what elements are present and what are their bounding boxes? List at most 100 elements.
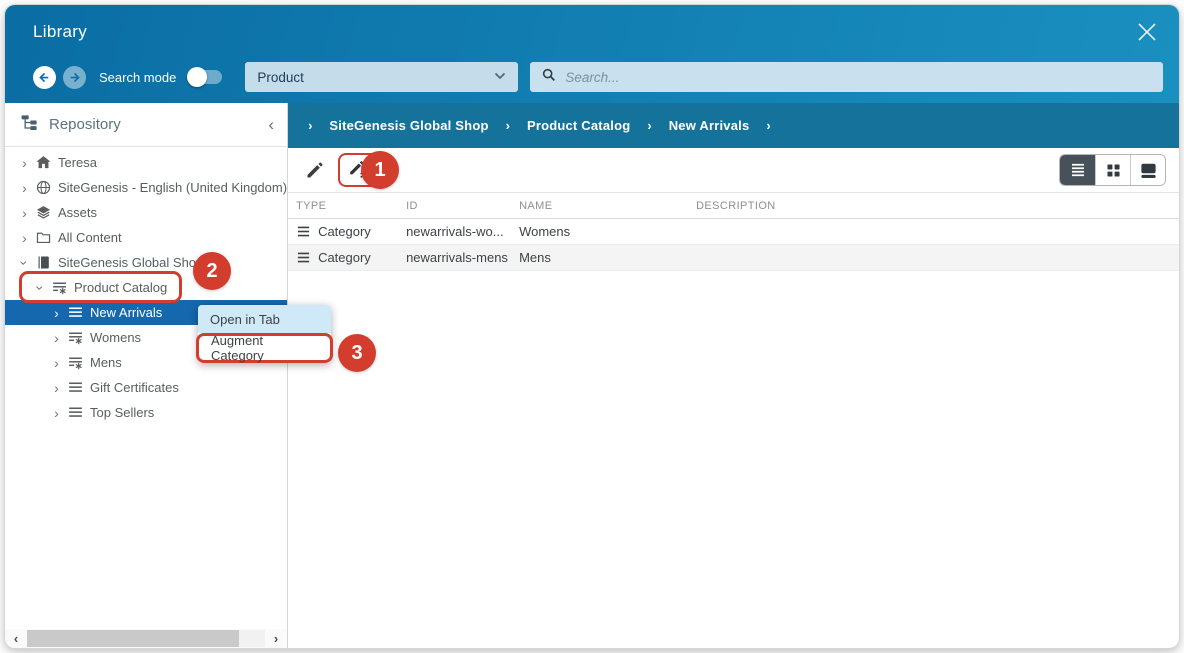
card-view-icon[interactable]	[1130, 155, 1165, 185]
table-row[interactable]: Category newarrivals-wo... Womens	[288, 219, 1179, 245]
search-mode-toggle[interactable]	[189, 70, 222, 84]
tree-item-label: Gift Certificates	[90, 380, 179, 395]
chevron-right-icon[interactable]: ›	[17, 156, 32, 170]
chevron-right-icon[interactable]: ›	[49, 331, 64, 345]
type-cell: Category	[296, 250, 406, 265]
tree-item-label: Top Sellers	[90, 405, 154, 420]
catalog-star-icon	[67, 354, 84, 371]
chevron-right-icon[interactable]: ›	[49, 406, 64, 420]
breadcrumb-chevron-icon: ›	[506, 118, 510, 133]
globe-icon	[35, 179, 52, 196]
category-icon	[67, 379, 84, 396]
grid-view-icon[interactable]	[1095, 155, 1130, 185]
chevron-right-icon[interactable]: ›	[49, 381, 64, 395]
chevron-right-icon[interactable]: ›	[17, 181, 32, 195]
toggle-knob	[187, 67, 207, 87]
breadcrumb-chevron-icon: ›	[308, 118, 312, 133]
breadcrumb-chevron-icon: ›	[647, 118, 651, 133]
list-view-icon[interactable]	[1060, 155, 1095, 185]
library-dialog: Library Search mode Product	[5, 5, 1179, 648]
table-header-row: TYPE ID NAME DESCRIPTION	[288, 193, 1179, 219]
chevron-right-icon[interactable]: ›	[49, 306, 64, 320]
scrollbar-track[interactable]	[27, 630, 265, 647]
repository-sidebar: Repository ‹ › Teresa › SiteGenesis -	[5, 103, 288, 648]
tree-item-label: All Content	[58, 230, 122, 245]
edit-button[interactable]	[299, 154, 331, 186]
tree-item-label: New Arrivals	[90, 305, 162, 320]
column-header-id[interactable]: ID	[406, 200, 519, 212]
column-header-description[interactable]: DESCRIPTION	[696, 200, 1179, 212]
search-icon	[541, 67, 557, 88]
column-header-name[interactable]: NAME	[519, 200, 696, 212]
context-menu: Open in Tab Augment Category	[198, 305, 331, 363]
catalog-star-icon	[67, 329, 84, 346]
tree-item-label: SiteGenesis Global Shop	[58, 255, 203, 270]
menu-item-augment-category[interactable]: Augment Category	[196, 333, 333, 363]
window-title: Library	[33, 22, 1163, 42]
chevron-down-icon[interactable]: ›	[34, 280, 48, 295]
folder-icon	[35, 229, 52, 246]
breadcrumb-item[interactable]: Product Catalog	[527, 118, 630, 133]
content-panel: › SiteGenesis Global Shop › Product Cata…	[288, 103, 1179, 648]
content-table: TYPE ID NAME DESCRIPTION Category newarr…	[288, 193, 1179, 271]
assets-icon	[35, 204, 52, 221]
category-icon	[67, 404, 84, 421]
breadcrumb-item[interactable]: New Arrivals	[669, 118, 750, 133]
tree-item-assets[interactable]: › Assets	[5, 200, 287, 225]
breadcrumb-item[interactable]: SiteGenesis Global Shop	[329, 118, 488, 133]
repository-tree: › Teresa › SiteGenesis - English (United…	[5, 147, 287, 629]
category-icon	[67, 304, 84, 321]
name-cell: Womens	[519, 224, 696, 239]
category-icon	[296, 250, 311, 265]
menu-item-open-in-tab[interactable]: Open in Tab	[198, 305, 331, 333]
content-type-value: Product	[257, 70, 304, 85]
view-mode-switcher	[1059, 154, 1166, 186]
search-input[interactable]: Search...	[530, 62, 1163, 92]
scroll-left-icon[interactable]: ‹	[5, 629, 27, 648]
catalog-star-icon	[51, 279, 68, 296]
tree-item-label: Teresa	[58, 155, 97, 170]
breadcrumb-chevron-icon: ›	[766, 118, 770, 133]
sidebar-header: Repository ‹	[5, 103, 287, 147]
tree-item-label: SiteGenesis - English (United Kingdom)	[58, 180, 287, 195]
tree-item-sitegenesis-english[interactable]: › SiteGenesis - English (United Kingdom)	[5, 175, 287, 200]
id-cell: newarrivals-mens	[406, 250, 519, 265]
breadcrumb: › SiteGenesis Global Shop › Product Cata…	[288, 103, 1179, 148]
chevron-down-icon[interactable]: ›	[18, 255, 32, 270]
column-header-type[interactable]: TYPE	[296, 200, 406, 212]
content-toolbar	[288, 148, 1179, 193]
chevron-down-icon	[494, 71, 506, 83]
forward-button[interactable]	[63, 66, 86, 89]
annotation-badge-3: 3	[338, 334, 376, 372]
tree-item-all-content[interactable]: › All Content	[5, 225, 287, 250]
scroll-right-icon[interactable]: ›	[265, 629, 287, 648]
scrollbar-thumb[interactable]	[27, 630, 239, 647]
chevron-right-icon[interactable]: ›	[49, 356, 64, 370]
search-mode-label: Search mode	[99, 70, 176, 85]
chevron-right-icon[interactable]: ›	[17, 206, 32, 220]
sidebar-title: Repository	[49, 116, 268, 133]
tree-item-teresa[interactable]: › Teresa	[5, 150, 287, 175]
content-type-select[interactable]: Product	[245, 62, 518, 92]
close-icon[interactable]	[1133, 18, 1161, 46]
tree-item-sitegenesis-global-shop[interactable]: › SiteGenesis Global Shop	[5, 250, 287, 275]
tree-item-product-catalog[interactable]: › Product Catalog	[5, 275, 287, 300]
tree-item-label: Womens	[90, 330, 141, 345]
cell-value: Category	[318, 250, 371, 265]
table-row[interactable]: Category newarrivals-mens Mens	[288, 245, 1179, 271]
name-cell: Mens	[519, 250, 696, 265]
category-icon	[296, 224, 311, 239]
annotation-badge-2: 2	[193, 252, 231, 290]
dialog-body: Repository ‹ › Teresa › SiteGenesis -	[5, 103, 1179, 648]
horizontal-scrollbar[interactable]: ‹ ›	[5, 629, 287, 648]
chevron-right-icon[interactable]: ›	[17, 231, 32, 245]
type-cell: Category	[296, 224, 406, 239]
tree-item-top-sellers[interactable]: › Top Sellers	[5, 400, 287, 425]
tree-item-label: Assets	[58, 205, 97, 220]
collapse-panel-icon[interactable]: ‹	[268, 116, 274, 133]
cell-value: Category	[318, 224, 371, 239]
window-header: Library Search mode Product	[5, 5, 1179, 103]
tree-item-label: Product Catalog	[74, 280, 167, 295]
tree-item-gift-certificates[interactable]: › Gift Certificates	[5, 375, 287, 400]
back-button[interactable]	[33, 66, 56, 89]
